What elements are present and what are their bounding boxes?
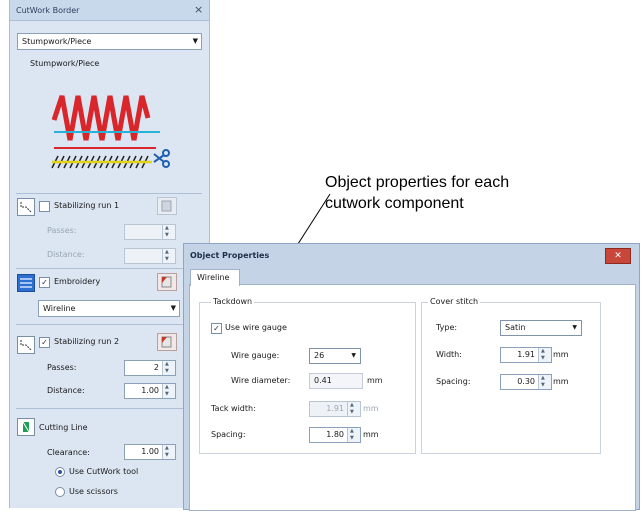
distance-label-2: Distance: <box>47 386 85 395</box>
tackdown-spacing-unit: mm <box>363 430 379 439</box>
divider <box>16 324 202 325</box>
embroidery-type-value: Wireline <box>43 304 76 313</box>
stitch-type-value: Stumpwork/Piece <box>22 37 92 46</box>
use-cutwork-tool-radio[interactable] <box>55 467 65 477</box>
use-scissors-radio[interactable] <box>55 487 65 497</box>
tack-width-value: 1.91 <box>326 404 344 413</box>
cover-width-spinner[interactable]: 1.91 ▲ ▼ <box>500 347 552 363</box>
stitch-type-dropdown[interactable]: Stumpwork/Piece ▼ <box>17 33 202 50</box>
embroidery-type-dropdown[interactable]: Wireline ▼ <box>38 300 180 317</box>
wire-gauge-value: 26 <box>314 351 325 360</box>
use-wire-gauge-label: Use wire gauge <box>225 323 287 332</box>
scissors-icon <box>153 149 170 168</box>
divider <box>16 193 202 194</box>
tackdown-spacing-label: Spacing: <box>211 430 246 439</box>
wire-gauge-label: Wire gauge: <box>231 351 280 360</box>
preview-caption: Stumpwork/Piece <box>30 59 100 68</box>
cover-spacing-spinner[interactable]: 0.30 ▲ ▼ <box>500 374 552 390</box>
passes-label-1: Passes: <box>47 226 77 235</box>
run-stitch-icon <box>17 336 35 354</box>
run-stitch-icon <box>17 198 35 216</box>
cutting-line-label: Cutting Line <box>39 423 88 432</box>
stabilizing-run-1-checkbox[interactable] <box>39 201 50 212</box>
wire-diameter-value: 0.41 <box>314 376 332 385</box>
tack-width-spinner[interactable]: 1.91 ▲ ▼ <box>309 401 361 417</box>
tab-wireline-label: Wireline <box>197 273 230 282</box>
stabilizing-run-2-settings-icon[interactable] <box>157 333 177 351</box>
docker-title: CutWork Border <box>16 6 80 15</box>
clearance-spinner[interactable]: 1.00 ▲ ▼ <box>124 444 176 460</box>
passes-spinner-2[interactable]: 2 ▲ ▼ <box>124 360 176 376</box>
dialog-title: Object Properties <box>190 251 270 260</box>
stabilizing-run-1-label: Stabilizing run 1 <box>54 201 120 210</box>
passes-value-2: 2 <box>153 363 159 372</box>
wire-gauge-dropdown[interactable]: 26 ▼ <box>309 348 361 364</box>
tack-width-label: Tack width: <box>211 404 256 413</box>
docker-title-bar[interactable]: CutWork Border × <box>10 0 209 21</box>
cover-width-value: 1.91 <box>517 350 535 359</box>
cover-spacing-value: 0.30 <box>517 377 535 386</box>
stabilizing-run-2-checkbox[interactable]: ✓ <box>39 337 50 348</box>
distance-spinner-1[interactable]: ▲ ▼ <box>124 248 176 264</box>
wire-diameter-field: 0.41 <box>309 373 363 389</box>
embroidery-checkbox[interactable]: ✓ <box>39 277 50 288</box>
embroidery-settings-icon[interactable] <box>157 273 177 291</box>
distance-value-2: 1.00 <box>141 386 159 395</box>
cover-stitch-group-title: Cover stitch <box>428 297 481 306</box>
use-scissors-label: Use scissors <box>69 487 118 496</box>
tackdown-spacing-spinner[interactable]: 1.80 ▲ ▼ <box>309 427 361 443</box>
wire-diameter-label: Wire diameter: <box>231 376 291 385</box>
use-wire-gauge-checkbox[interactable]: ✓ <box>211 323 222 334</box>
divider <box>16 268 202 269</box>
stabilizing-run-1-settings-icon[interactable] <box>157 197 177 215</box>
passes-label-2: Passes: <box>47 363 77 372</box>
wireline-stitch-icon <box>17 274 35 292</box>
wire-diameter-unit: mm <box>367 376 383 385</box>
cover-spacing-unit: mm <box>553 377 569 386</box>
tab-wireline[interactable]: Wireline <box>190 269 240 286</box>
tackdown-group-title: Tackdown <box>211 297 255 306</box>
dialog-close-icon[interactable]: ✕ <box>605 248 631 264</box>
cutwork-border-docker: CutWork Border × Stumpwork/Piece ▼ Stump… <box>9 0 210 508</box>
annotation-callout: Object properties for each cutwork compo… <box>325 174 510 212</box>
divider <box>16 408 202 409</box>
cover-width-label: Width: <box>436 350 462 359</box>
chevron-down-icon: ▼ <box>170 304 176 312</box>
tackdown-spacing-value: 1.80 <box>326 430 344 439</box>
distance-label-1: Distance: <box>47 250 85 259</box>
dialog-tab-panel: Tackdown ✓ Use wire gauge Wire gauge: 26… <box>189 284 636 511</box>
cover-type-value: Satin <box>505 323 526 332</box>
passes-spinner-1[interactable]: ▲ ▼ <box>124 224 176 240</box>
distance-spinner-2[interactable]: 1.00 ▲ ▼ <box>124 383 176 399</box>
embroidery-label: Embroidery <box>54 277 101 286</box>
cover-type-label: Type: <box>436 323 458 332</box>
use-cutwork-tool-label: Use CutWork tool <box>69 467 139 476</box>
tack-width-unit: mm <box>363 404 379 413</box>
cover-type-dropdown[interactable]: Satin ▼ <box>500 320 582 336</box>
chevron-down-icon: ▼ <box>351 352 356 359</box>
stabilizing-run-2-label: Stabilizing run 2 <box>54 337 120 346</box>
chevron-down-icon: ▼ <box>572 324 577 331</box>
docker-close-icon[interactable]: × <box>194 3 203 16</box>
stumpwork-preview-image <box>51 95 170 169</box>
chevron-down-icon: ▼ <box>192 37 198 45</box>
cover-spacing-label: Spacing: <box>436 377 471 386</box>
object-properties-dialog: Object Properties ✕ Tackdown ✓ Use wire … <box>183 243 640 511</box>
clearance-value: 1.00 <box>141 447 159 456</box>
cutting-line-icon <box>17 418 35 436</box>
cover-width-unit: mm <box>553 350 569 359</box>
clearance-label: Clearance: <box>47 448 90 457</box>
